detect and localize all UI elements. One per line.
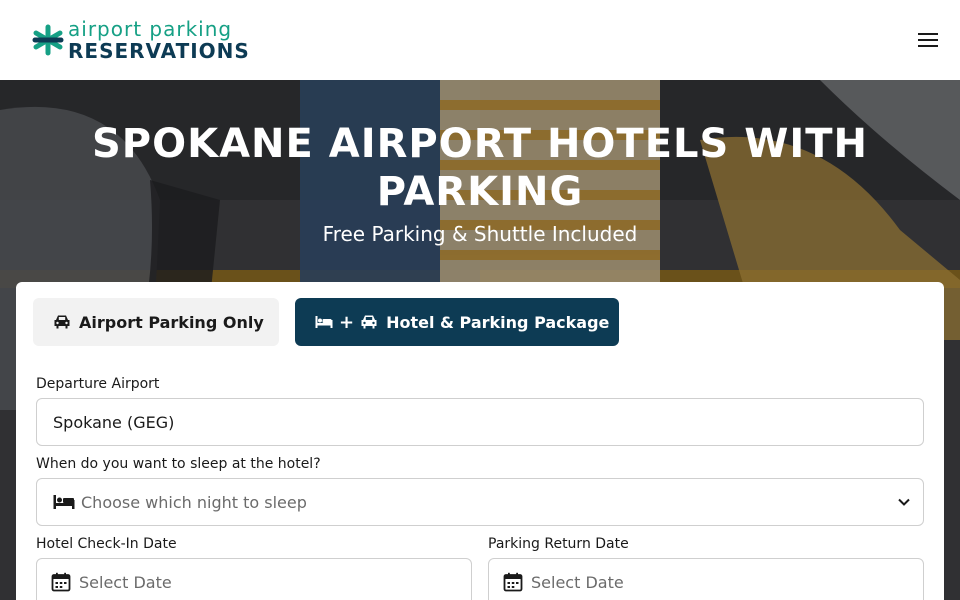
hotel-checkin-label: Hotel Check-In Date xyxy=(36,536,177,552)
hotel-checkin-date-input[interactable]: Select Date xyxy=(36,558,472,600)
sleep-night-label: When do you want to sleep at the hotel? xyxy=(36,456,321,472)
sleep-night-placeholder: Choose which night to sleep xyxy=(81,492,307,512)
logo[interactable]: airport parking RESERVATIONS xyxy=(32,19,250,61)
logo-text-top: airport parking xyxy=(68,17,233,41)
parking-return-placeholder: Select Date xyxy=(531,572,624,592)
plus-label: + xyxy=(339,311,355,333)
bed-icon xyxy=(315,316,333,328)
departure-airport-input[interactable]: Spokane (GEG) xyxy=(36,398,924,446)
parking-return-date-input[interactable]: Select Date xyxy=(488,558,924,600)
calendar-icon xyxy=(503,572,523,592)
bed-icon xyxy=(53,495,75,509)
hamburger-icon[interactable] xyxy=(914,26,942,54)
tab-airport-parking-only[interactable]: Airport Parking Only xyxy=(33,298,279,346)
logo-asterisk-icon xyxy=(32,24,64,56)
calendar-icon xyxy=(51,572,71,592)
page-title: SPOKANE AIRPORT HOTELS WITH PARKING xyxy=(91,121,869,215)
logo-text-bottom: RESERVATIONS xyxy=(68,39,250,63)
page-subtitle: Free Parking & Shuttle Included xyxy=(322,222,638,246)
parking-return-label: Parking Return Date xyxy=(488,536,629,552)
departure-airport-label: Departure Airport xyxy=(36,376,160,392)
car-icon xyxy=(361,315,377,329)
chevron-down-icon xyxy=(898,498,910,506)
booking-form-card: Airport Parking Only + Hotel & Parking P… xyxy=(16,282,944,600)
tab-label: Airport Parking Only xyxy=(79,312,264,332)
departure-airport-value: Spokane (GEG) xyxy=(53,412,175,432)
tab-label: Hotel & Parking Package xyxy=(386,312,610,332)
hotel-checkin-placeholder: Select Date xyxy=(79,572,172,592)
site-header: airport parking RESERVATIONS xyxy=(0,0,960,80)
tab-hotel-parking-package[interactable]: + Hotel & Parking Package xyxy=(295,298,619,346)
sleep-night-select[interactable]: Choose which night to sleep xyxy=(36,478,924,526)
car-icon xyxy=(54,315,70,329)
